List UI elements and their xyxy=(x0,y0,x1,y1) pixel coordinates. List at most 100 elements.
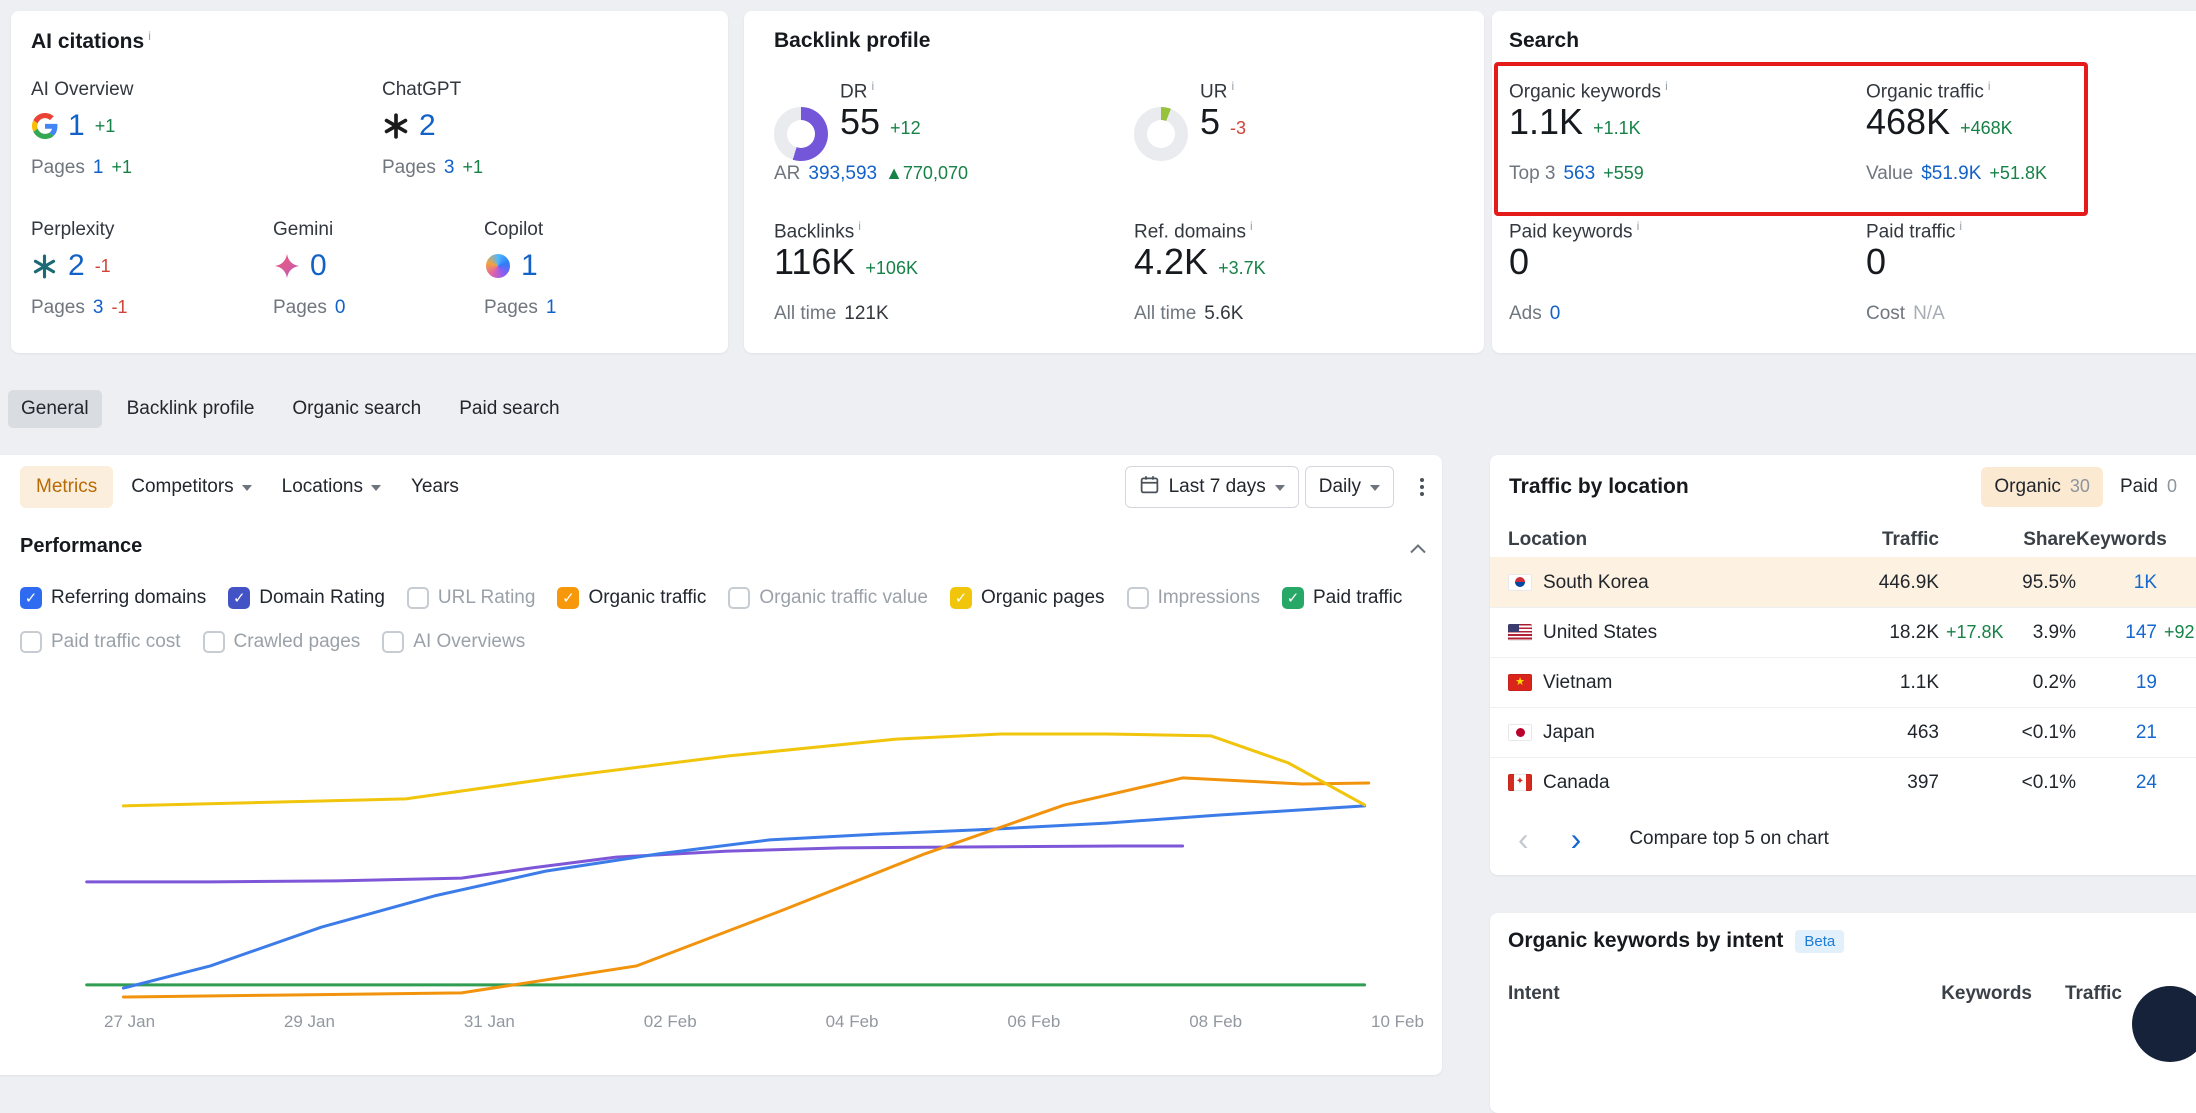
metric-checkbox-ai-overviews[interactable]: AI Overviews xyxy=(382,631,525,653)
stat-value[interactable]: 1 xyxy=(68,109,85,143)
table-row-canada[interactable]: Canada 397 <0.1% 24 xyxy=(1490,757,2196,807)
info-icon[interactable]: i xyxy=(1959,219,1962,233)
ai-citations-card: AI citationsi AI Overview 1 +1 Pages 1 +… xyxy=(11,11,728,353)
checkbox-icon[interactable] xyxy=(228,587,250,609)
organic-keywords-label: Organic keywordsi xyxy=(1509,79,1668,103)
organic-traffic-value[interactable]: 468K+468K xyxy=(1866,101,2013,143)
metric-checkbox-impressions[interactable]: Impressions xyxy=(1127,587,1260,609)
checkbox-icon[interactable] xyxy=(950,587,972,609)
compare-top5-label[interactable]: Compare top 5 on chart xyxy=(1629,828,1829,850)
metric-checkbox-referring-domains[interactable]: Referring domains xyxy=(20,587,206,609)
checkbox-icon[interactable] xyxy=(1282,587,1304,609)
share-value: <0.1% xyxy=(1939,722,2076,744)
ar-value[interactable]: 393,593 xyxy=(808,163,877,185)
checkbox-icon[interactable] xyxy=(203,631,225,653)
performance-line-chart[interactable] xyxy=(84,707,1442,1025)
traffic-value[interactable]: $51.9K xyxy=(1921,163,1981,185)
col-traffic: Traffic xyxy=(2032,983,2122,1005)
locations-label: Locations xyxy=(282,476,363,498)
keywords-link[interactable]: 21 xyxy=(2136,722,2157,743)
table-row-japan[interactable]: Japan 463 <0.1% 21 xyxy=(1490,707,2196,757)
search-card: Search Organic keywordsi 1.1K+1.1K Top 3… xyxy=(1492,11,2196,353)
ur-delta: -3 xyxy=(1230,118,1246,139)
metric-checkbox-organic-traffic[interactable]: Organic traffic xyxy=(557,587,706,609)
pages-value[interactable]: 0 xyxy=(335,297,346,319)
checkbox-icon[interactable] xyxy=(1127,587,1149,609)
tab-backlink-profile[interactable]: Backlink profile xyxy=(114,390,268,428)
table-row-united-states[interactable]: United States 18.2K+17.8K 3.9% 147+92 xyxy=(1490,607,2196,657)
keywords-link[interactable]: 1K xyxy=(2134,572,2157,593)
metric-checkbox-paid-traffic-cost[interactable]: Paid traffic cost xyxy=(20,631,181,653)
info-icon[interactable]: i xyxy=(1988,79,1991,93)
metric-checkbox-organic-pages[interactable]: Organic pages xyxy=(950,587,1105,609)
chatgpt-icon xyxy=(382,113,409,140)
table-row-south-korea[interactable]: South Korea 446.9K 95.5% 1K xyxy=(1490,557,2196,607)
checkbox-icon[interactable] xyxy=(382,631,404,653)
competitors-dropdown[interactable]: Competitors xyxy=(119,466,263,508)
stat-value[interactable]: 2 xyxy=(419,109,436,143)
col-share: Share xyxy=(1939,529,2076,551)
info-icon[interactable]: i xyxy=(1637,219,1640,233)
checkbox-icon[interactable] xyxy=(407,587,429,609)
metric-checkbox-crawled-pages[interactable]: Crawled pages xyxy=(203,631,361,653)
chevron-right-icon[interactable]: › xyxy=(1567,823,1586,855)
organic-toggle-button[interactable]: Organic30 xyxy=(1981,467,2103,507)
top3-value[interactable]: 563 xyxy=(1563,163,1595,185)
metric-checkbox-paid-traffic[interactable]: Paid traffic xyxy=(1282,587,1402,609)
info-icon[interactable]: i xyxy=(1231,79,1234,93)
chevron-down-icon xyxy=(242,485,252,491)
keywords-delta: +92 xyxy=(2164,622,2195,642)
pages-value[interactable]: 3 xyxy=(444,157,455,179)
country-name: South Korea xyxy=(1543,572,1649,594)
tab-organic-search[interactable]: Organic search xyxy=(279,390,434,428)
metric-label: URL Rating xyxy=(438,587,536,609)
cost-row: Cost N/A xyxy=(1866,303,1945,325)
paid-toggle-button[interactable]: Paid0 xyxy=(2107,467,2190,507)
more-options-icon[interactable] xyxy=(1414,472,1430,502)
locations-dropdown[interactable]: Locations xyxy=(270,466,393,508)
chatgpt-stat: ChatGPT 2 Pages 3 +1 xyxy=(382,79,483,179)
metrics-button[interactable]: Metrics xyxy=(20,466,113,508)
stat-value[interactable]: 2 xyxy=(68,249,85,283)
backlinks-value[interactable]: 116K+106K xyxy=(774,241,918,283)
metric-label: AI Overviews xyxy=(413,631,525,653)
metric-checkbox-url-rating[interactable]: URL Rating xyxy=(407,587,536,609)
checkbox-icon[interactable] xyxy=(557,587,579,609)
organic-keywords-value[interactable]: 1.1K+1.1K xyxy=(1509,101,1641,143)
metric-checkbox-domain-rating[interactable]: Domain Rating xyxy=(228,587,385,609)
info-icon[interactable]: i xyxy=(148,29,151,43)
flag-japan-icon xyxy=(1508,724,1532,741)
checkbox-icon[interactable] xyxy=(728,587,750,609)
info-icon[interactable]: i xyxy=(871,79,874,93)
collapse-chevron-icon[interactable] xyxy=(1410,541,1426,559)
metric-checkbox-organic-traffic-value[interactable]: Organic traffic value xyxy=(728,587,928,609)
tab-general[interactable]: General xyxy=(8,390,102,428)
date-range-dropdown[interactable]: Last 7 days xyxy=(1125,466,1299,508)
copilot-stat: Copilot 1 Pages 1 xyxy=(484,219,556,319)
years-button[interactable]: Years xyxy=(399,466,471,508)
ur-value: 5-3 xyxy=(1200,101,1246,143)
paid-keywords-value[interactable]: 0 xyxy=(1509,241,1529,283)
ref-domains-value[interactable]: 4.2K+3.7K xyxy=(1134,241,1266,283)
keywords-link[interactable]: 147 xyxy=(2125,622,2157,643)
keywords-link[interactable]: 19 xyxy=(2136,672,2157,693)
checkbox-icon[interactable] xyxy=(20,631,42,653)
chevron-left-icon[interactable]: ‹ xyxy=(1514,823,1533,855)
metric-label: Crawled pages xyxy=(234,631,361,653)
competitors-label: Competitors xyxy=(131,476,233,498)
table-row-vietnam[interactable]: Vietnam 1.1K 0.2% 19 xyxy=(1490,657,2196,707)
info-icon[interactable]: i xyxy=(1250,219,1253,233)
checkbox-icon[interactable] xyxy=(20,587,42,609)
keywords-link[interactable]: 24 xyxy=(2136,772,2157,793)
pages-value[interactable]: 1 xyxy=(93,157,104,179)
granularity-dropdown[interactable]: Daily xyxy=(1305,466,1394,508)
stat-value[interactable]: 0 xyxy=(310,249,327,283)
pages-value[interactable]: 1 xyxy=(546,297,557,319)
paid-traffic-value[interactable]: 0 xyxy=(1866,241,1886,283)
pages-value[interactable]: 3 xyxy=(93,297,104,319)
info-icon[interactable]: i xyxy=(858,219,861,233)
info-icon[interactable]: i xyxy=(1665,79,1668,93)
stat-value[interactable]: 1 xyxy=(521,249,538,283)
tab-paid-search[interactable]: Paid search xyxy=(446,390,572,428)
ads-value[interactable]: 0 xyxy=(1550,303,1561,325)
